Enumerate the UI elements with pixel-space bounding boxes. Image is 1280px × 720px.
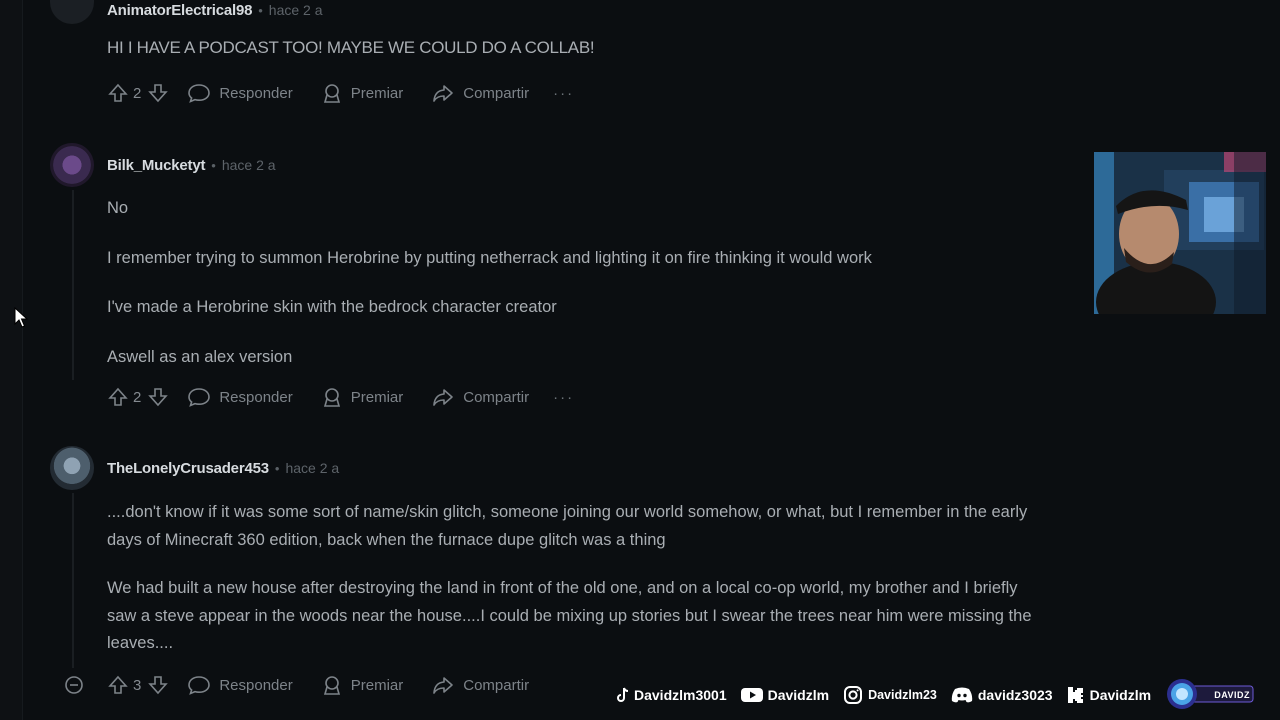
comment-actions: 3 Responder Premiar Compartir (62, 674, 529, 696)
upvote-icon[interactable] (107, 82, 129, 104)
reply-label: Responder (219, 676, 293, 694)
comment: AnimatorElectrical98 • hace 2 a HI I HAV… (50, 0, 1050, 62)
instagram-label: Davidzlm23 (868, 688, 937, 702)
separator-dot: • (258, 2, 263, 18)
youtube-label: Davidzlm (767, 687, 830, 703)
tiktok-icon (617, 687, 629, 702)
award-icon (323, 388, 340, 407)
youtube-icon (740, 688, 763, 702)
discord-handle: davidz3023 (951, 687, 1053, 703)
separator-dot: • (274, 460, 280, 476)
comment: TheLonelyCrusader453 • hace 2 a ....don'… (50, 446, 1050, 658)
reply-button[interactable]: Responder (187, 674, 293, 696)
comment-actions: 2 Responder Premiar Compartir ··· (107, 386, 574, 408)
davidz-logo: DAVIDZ (1165, 678, 1260, 712)
downvote-icon[interactable] (147, 82, 169, 104)
award-button[interactable]: Premiar (321, 82, 404, 104)
streamer-camera-feed (1094, 152, 1266, 314)
downvote-icon[interactable] (147, 674, 169, 696)
share-button[interactable]: Compartir (431, 674, 529, 696)
downvote-icon[interactable] (147, 386, 169, 408)
share-icon (433, 677, 454, 694)
comment-time[interactable]: hace 2 a (285, 460, 339, 476)
reply-label: Responder (219, 388, 293, 406)
vote-group: 2 (107, 386, 169, 408)
comment-header: TheLonelyCrusader453 • hace 2 a (50, 446, 1050, 490)
comment-body: HI I HAVE A PODCAST TOO! MAYBE WE COULD … (107, 34, 1050, 62)
comment-username[interactable]: Bilk_Mucketyt (107, 157, 205, 174)
award-icon (323, 676, 340, 695)
more-options-button[interactable]: ··· (553, 389, 574, 406)
comment-username[interactable]: AnimatorElectrical98 (107, 2, 252, 19)
share-button[interactable]: Compartir (431, 82, 529, 104)
vote-count: 2 (133, 388, 142, 406)
comment: Bilk_Mucketyt • hace 2 a No I remember t… (50, 143, 1050, 371)
comment-body: No I remember trying to summon Herobrine… (107, 195, 1050, 371)
avatar[interactable] (50, 143, 94, 187)
comment-paragraph: We had built a new house after destroyin… (107, 579, 1032, 652)
discord-icon (951, 687, 973, 703)
mouse-cursor (14, 307, 29, 328)
award-button[interactable]: Premiar (321, 674, 404, 696)
comment-paragraph: HI I HAVE A PODCAST TOO! MAYBE WE COULD … (107, 38, 595, 57)
comment-header: Bilk_Mucketyt • hace 2 a (50, 143, 1050, 187)
page-left-edge (0, 0, 23, 720)
youtube-handle: Davidzlm (740, 687, 830, 703)
tiktok-label: Davidzlm3001 (634, 687, 727, 703)
kick-handle: Davidzlm (1067, 686, 1151, 704)
comment-icon (188, 84, 211, 103)
avatar[interactable] (50, 446, 94, 490)
discord-label: davidz3023 (977, 687, 1053, 703)
comment-header: AnimatorElectrical98 • hace 2 a (50, 0, 1050, 26)
reply-label: Responder (219, 84, 293, 102)
logo-text: DAVIDZ (1214, 690, 1251, 700)
vote-group: 2 (107, 82, 169, 104)
vote-count: 3 (133, 676, 142, 694)
share-label: Compartir (463, 388, 530, 406)
comment-paragraph: I remember trying to summon Herobrine by… (107, 248, 872, 267)
comment-time[interactable]: hace 2 a (269, 2, 323, 18)
vote-group: 3 (107, 674, 169, 696)
comment-paragraph: No (107, 199, 129, 217)
share-label: Compartir (463, 84, 530, 102)
comment-body: ....don't know if it was some sort of na… (107, 499, 1047, 658)
more-options-button[interactable]: ··· (553, 85, 574, 102)
kick-icon (1067, 687, 1083, 703)
comment-paragraph: Aswell as an alex version (107, 347, 293, 366)
comment-paragraph: I've made a Herobrine skin with the bedr… (107, 298, 557, 316)
share-button[interactable]: Compartir (431, 386, 529, 408)
comment-icon (188, 676, 211, 695)
comment-actions: 2 Responder Premiar Compartir ··· (107, 82, 574, 104)
upvote-icon[interactable] (107, 386, 129, 408)
stream-socials-bar: Davidzlm3001 Davidzlm Davidzlm23 davidz3… (617, 678, 1260, 712)
avatar[interactable] (50, 0, 94, 24)
comment-username[interactable]: TheLonelyCrusader453 (107, 460, 269, 477)
tiktok-handle: Davidzlm3001 (617, 687, 727, 703)
separator-dot: • (211, 157, 216, 173)
award-button[interactable]: Premiar (321, 386, 404, 408)
share-label: Compartir (463, 676, 530, 694)
award-label: Premiar (350, 676, 404, 694)
reply-button[interactable]: Responder (187, 386, 293, 408)
comment-time[interactable]: hace 2 a (222, 157, 276, 173)
instagram-icon (844, 686, 863, 704)
award-label: Premiar (350, 84, 404, 102)
reply-button[interactable]: Responder (187, 82, 293, 104)
comment-icon (188, 388, 211, 407)
webcam-overlay (1094, 152, 1266, 314)
share-icon (433, 389, 454, 406)
award-icon (323, 84, 340, 103)
share-icon (433, 85, 454, 102)
upvote-icon[interactable] (107, 674, 129, 696)
vote-count: 2 (133, 84, 142, 102)
award-label: Premiar (350, 388, 404, 406)
instagram-handle: Davidzlm23 (843, 685, 937, 705)
kick-label: Davidzlm (1089, 687, 1152, 703)
comment-paragraph: ....don't know if it was some sort of na… (107, 503, 1028, 549)
collapse-thread-icon[interactable] (62, 674, 86, 696)
